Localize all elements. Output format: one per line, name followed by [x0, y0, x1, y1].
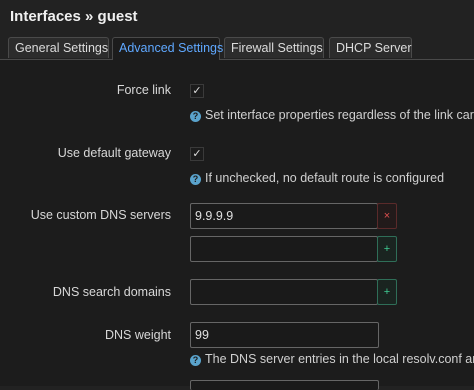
tab-general-settings[interactable]: General Settings — [8, 37, 109, 58]
plus-icon: + — [383, 286, 391, 298]
force-link-checkbox[interactable]: ✓ — [190, 84, 204, 98]
force-link-help-text: Set interface properties regardless of t… — [205, 108, 474, 122]
next-field-input[interactable] — [190, 380, 379, 390]
remove-dns-button[interactable]: × — [377, 203, 397, 229]
add-search-domain-button[interactable]: + — [377, 279, 397, 305]
dns-weight-help: ? The DNS server entries in the local res… — [190, 352, 474, 366]
dns-weight-input[interactable] — [190, 322, 379, 348]
default-gateway-help: ? If unchecked, no default route is confi… — [190, 171, 444, 185]
dns-weight-label: DNS weight — [105, 328, 171, 342]
remove-icon: × — [383, 210, 391, 222]
force-link-label: Force link — [116, 83, 171, 97]
check-icon: ✓ — [192, 85, 202, 97]
tab-firewall-settings[interactable]: Firewall Settings — [224, 37, 324, 58]
add-dns-button[interactable]: + — [377, 236, 397, 262]
tab-advanced-settings[interactable]: Advanced Settings — [112, 37, 223, 60]
force-link-help: ? Set interface properties regardless of … — [190, 108, 474, 122]
dns-search-input[interactable] — [190, 279, 378, 305]
check-icon: ✓ — [192, 148, 202, 160]
default-gateway-label: Use default gateway — [57, 146, 171, 160]
help-icon: ? — [190, 355, 201, 366]
custom-dns-entry-input[interactable] — [190, 203, 378, 229]
page-title: Interfaces » guest — [10, 8, 138, 25]
help-icon: ? — [190, 174, 201, 185]
default-gateway-help-text: If unchecked, no default route is config… — [205, 171, 445, 185]
tab-dhcp-server[interactable]: DHCP Server — [329, 37, 412, 58]
custom-dns-label: Use custom DNS servers — [30, 208, 171, 222]
default-gateway-checkbox[interactable]: ✓ — [190, 147, 204, 161]
tab-bar: General Settings Advanced Settings Firew… — [0, 37, 474, 60]
dns-search-label: DNS search domains — [52, 285, 171, 299]
help-icon: ? — [190, 111, 201, 122]
plus-icon: + — [383, 243, 391, 255]
dns-weight-help-text: The DNS server entries in the local reso… — [205, 352, 474, 366]
custom-dns-new-input[interactable] — [190, 236, 378, 262]
